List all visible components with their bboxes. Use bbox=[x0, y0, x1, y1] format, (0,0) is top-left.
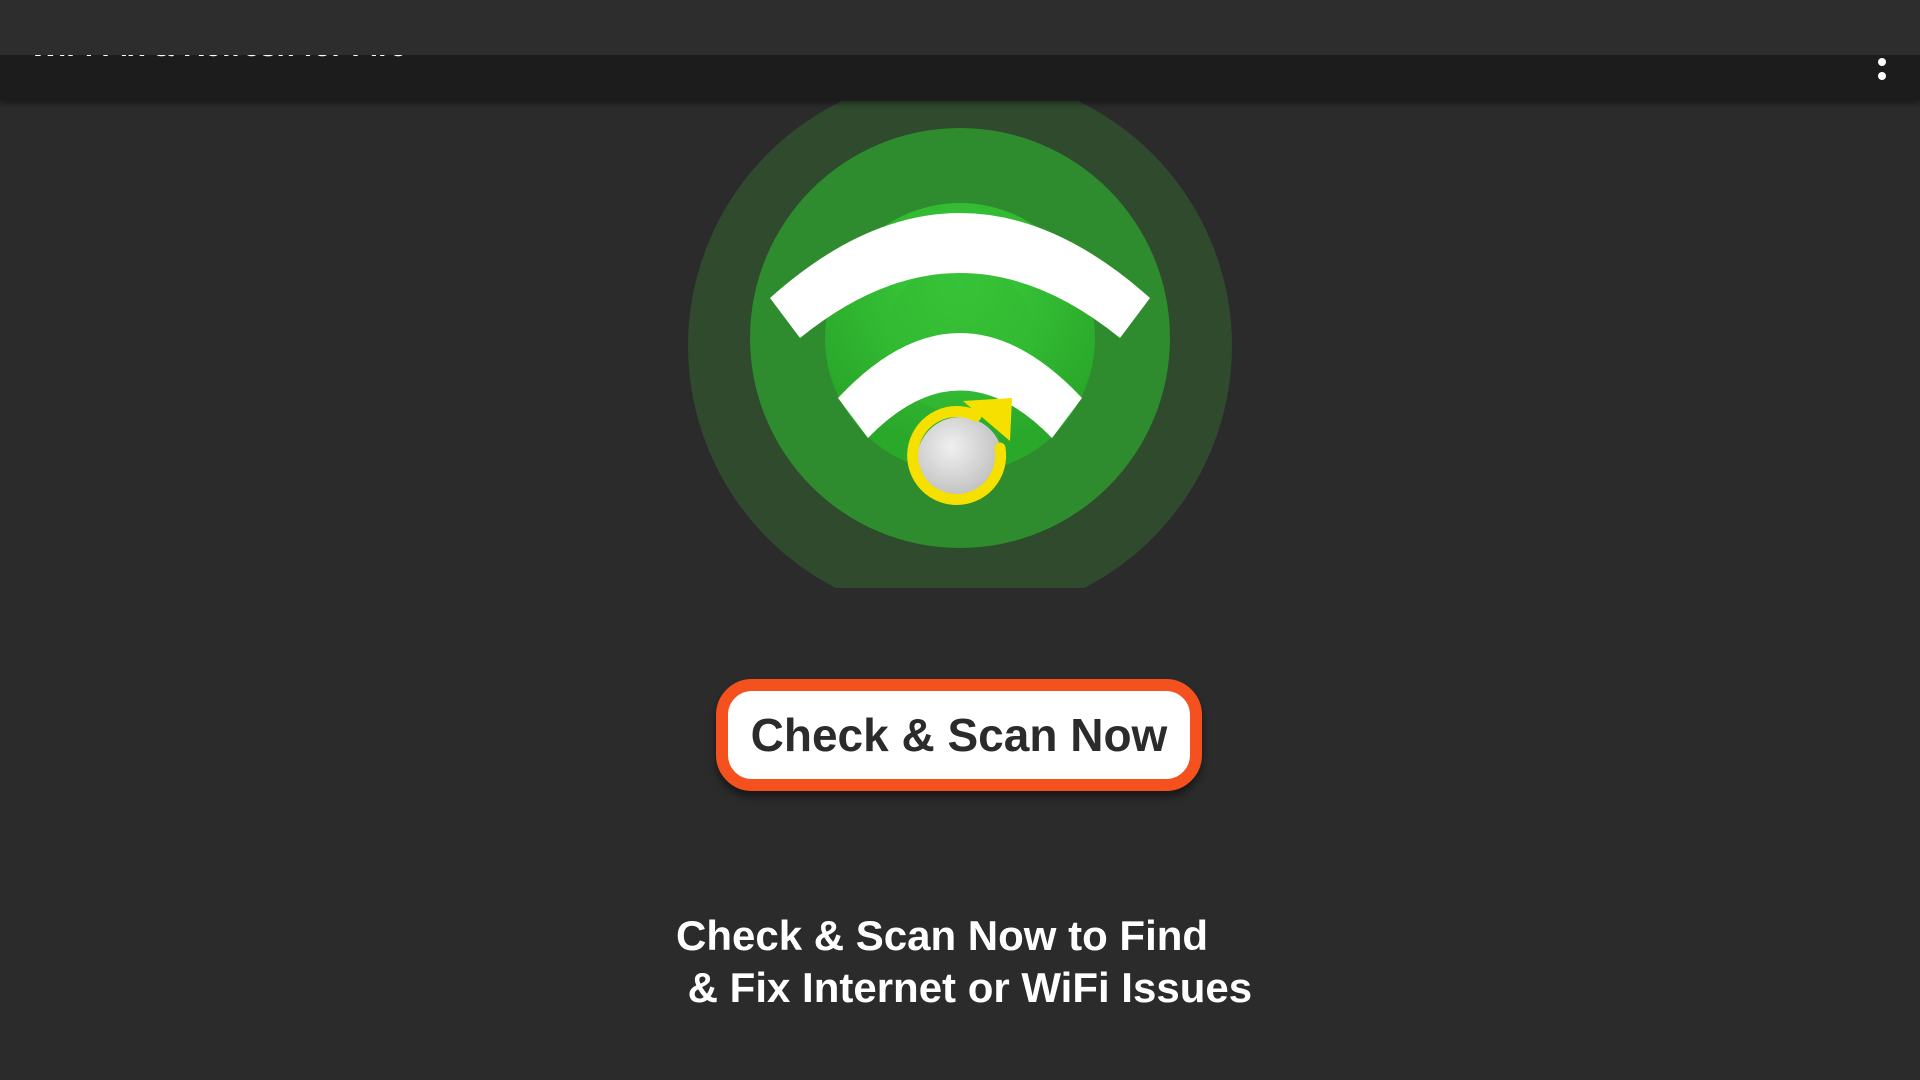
description-line-1: Check & Scan Now to Find bbox=[676, 912, 1209, 959]
status-bar bbox=[0, 0, 1920, 55]
check-scan-now-button[interactable]: Check & Scan Now bbox=[716, 679, 1202, 791]
description-line-2: & Fix Internet or WiFi Issues bbox=[676, 964, 1253, 1011]
app-screen: WiFi Fix & Refresh for Fire bbox=[0, 0, 1920, 1080]
scan-description: Check & Scan Now to Find & Fix Internet … bbox=[676, 910, 1252, 1014]
menu-dot bbox=[1878, 58, 1886, 66]
wifi-logo-graphic bbox=[688, 98, 1232, 588]
wifi-refresh-logo-icon bbox=[680, 98, 1240, 588]
menu-dot bbox=[1878, 72, 1886, 80]
